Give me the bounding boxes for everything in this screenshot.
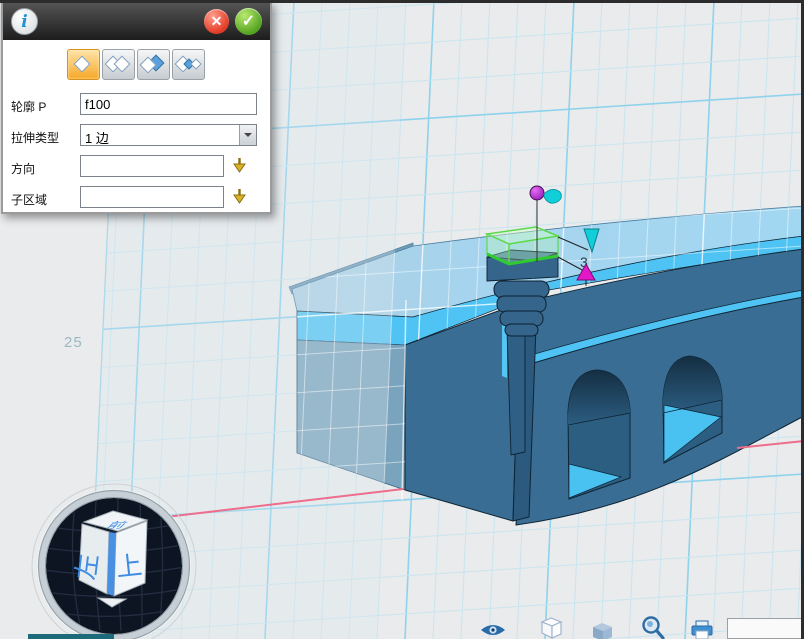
extrude-mode-toolbar: [67, 49, 205, 80]
extrude-preview-box[interactable]: [487, 227, 558, 264]
subregion-picker-arrow-icon[interactable]: [230, 187, 249, 206]
extrude-type-select[interactable]: 1 边: [80, 124, 257, 146]
extrude-type-value: 1 边: [85, 128, 109, 147]
confirm-button[interactable]: ✓: [235, 8, 262, 35]
application-window: 25: [0, 0, 804, 639]
direction-picker-arrow-icon[interactable]: [230, 156, 249, 175]
profile-label: 轮廓 P: [11, 98, 46, 115]
dialog-header[interactable]: i ✕ ✓: [3, 3, 270, 40]
view-cube-label-right[interactable]: 上: [115, 550, 144, 583]
profile-input[interactable]: [80, 93, 257, 115]
direction-input[interactable]: [80, 155, 224, 177]
chevron-down-icon[interactable]: [239, 125, 256, 145]
arch-opening-left[interactable]: [568, 370, 630, 499]
subregion-input[interactable]: [80, 186, 224, 208]
info-icon[interactable]: i: [11, 8, 38, 35]
mode-button-single-diamond[interactable]: [67, 49, 100, 80]
grid-coordinate-label: 25: [64, 334, 83, 351]
sphere-handle[interactable]: [530, 186, 544, 200]
rotate-handle[interactable]: [544, 189, 561, 203]
subregion-label: 子区域: [11, 191, 47, 208]
extrude-dialog: i ✕ ✓ 轮廓 P 拉伸类型: [1, 1, 272, 214]
direction-label: 方向: [11, 160, 35, 177]
mode-button-double-diamond[interactable]: [102, 49, 135, 80]
view-cube-label-left[interactable]: 左: [71, 552, 104, 581]
wireframe-cube-icon[interactable]: [542, 618, 561, 638]
window-top-edge: [0, 0, 804, 3]
mode-button-diamond-dots[interactable]: [172, 49, 205, 80]
corner-panel[interactable]: [727, 618, 804, 639]
taskbar-peek-strip: [28, 634, 114, 639]
diamond-icon: [74, 56, 91, 73]
mode-button-diamond-blue[interactable]: [137, 49, 170, 80]
diamond-icon: [190, 58, 201, 69]
cancel-button[interactable]: ✕: [204, 9, 229, 34]
extrude-type-label: 拉伸类型: [11, 129, 59, 146]
view-cube[interactable]: 左 上 前: [32, 484, 196, 639]
